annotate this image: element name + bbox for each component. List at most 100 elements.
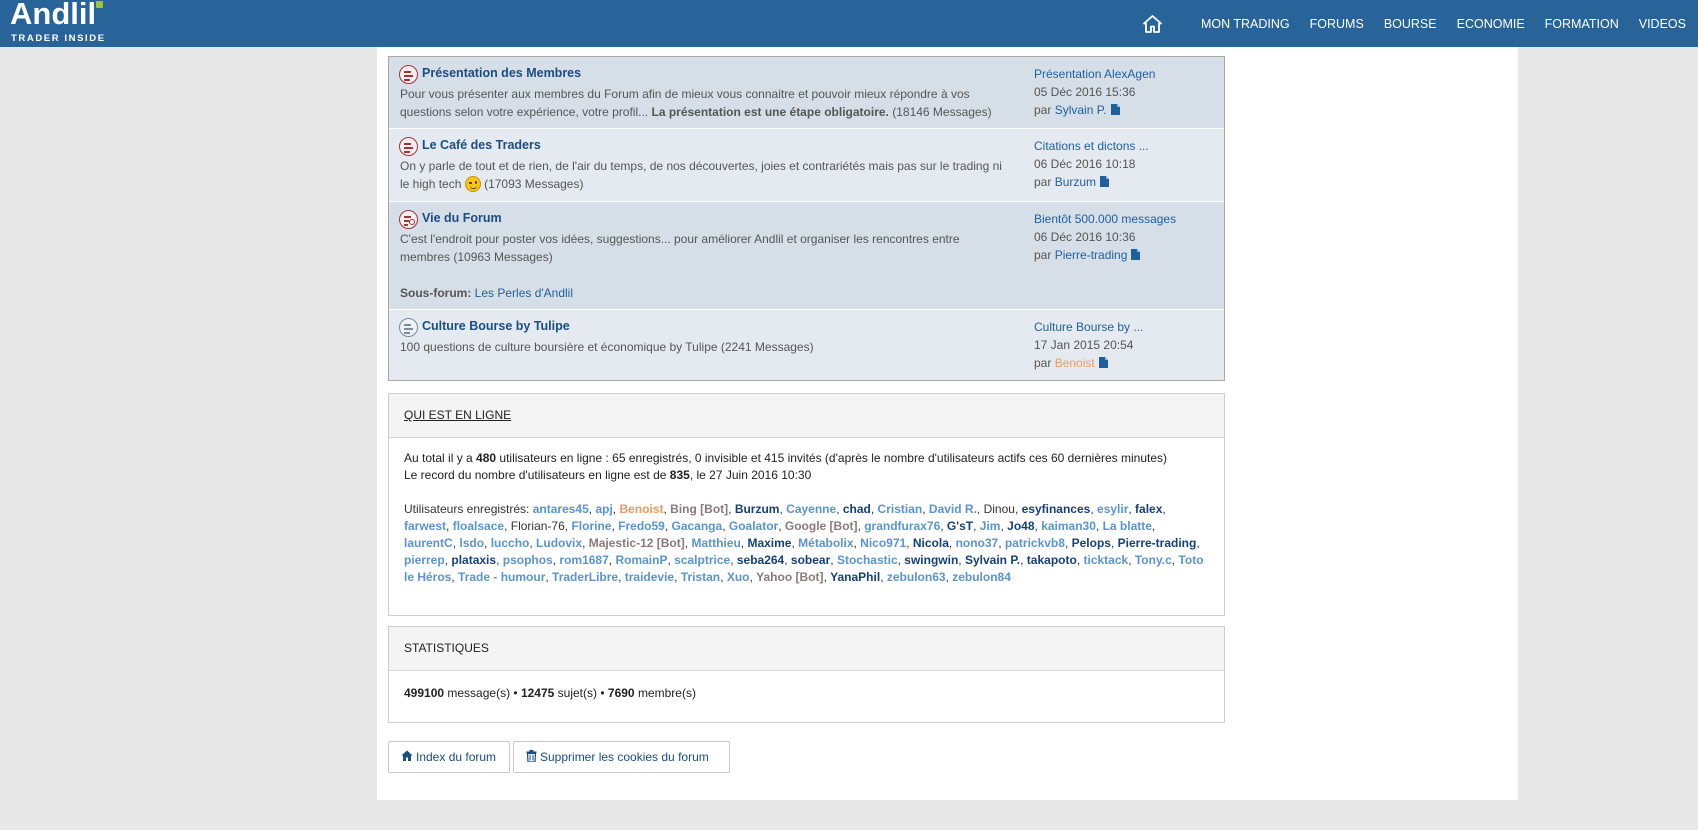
online-user-link[interactable]: luccho — [491, 536, 530, 550]
online-user-link[interactable]: La blatte — [1103, 519, 1152, 533]
site-logo[interactable]: Andlil TRADER INSIDE — [10, 0, 120, 47]
online-user-link[interactable]: Fredo59 — [618, 519, 665, 533]
online-user-link[interactable]: takapoto — [1027, 553, 1077, 567]
online-user-link[interactable]: Bing [Bot] — [670, 502, 728, 516]
online-user-link[interactable]: Jo48 — [1007, 519, 1034, 533]
view-latest-post-icon[interactable] — [1131, 247, 1141, 265]
online-user-link[interactable]: Florian-76 — [511, 519, 565, 533]
online-user-link[interactable]: lsdo — [459, 536, 484, 550]
nav-economie[interactable]: ECONOMIE — [1457, 17, 1525, 31]
online-user-link[interactable]: Cristian — [878, 502, 923, 516]
online-user-link[interactable]: Gacanga — [672, 519, 723, 533]
online-user-link[interactable]: Dinou — [984, 502, 1015, 516]
last-post-user-link[interactable]: Pierre-trading — [1055, 248, 1128, 262]
forum-message-count: (18146 Messages) — [892, 105, 992, 119]
online-user-link[interactable]: farwest — [404, 519, 446, 533]
online-user-link[interactable]: psophos — [503, 553, 553, 567]
online-user-link[interactable]: G'sT — [947, 519, 973, 533]
online-user-link[interactable]: nono37 — [956, 536, 999, 550]
online-user-link[interactable]: patrickvb8 — [1005, 536, 1065, 550]
online-user-link[interactable]: Sylvain P. — [965, 553, 1020, 567]
online-user-link[interactable]: Maxime — [747, 536, 791, 550]
online-user-link[interactable]: zebulon84 — [952, 570, 1011, 584]
home-icon[interactable] — [1143, 14, 1163, 34]
online-user-link[interactable]: Florine — [571, 519, 611, 533]
online-user-link[interactable]: Métabolix — [798, 536, 853, 550]
view-latest-post-icon[interactable] — [1098, 355, 1108, 373]
online-user-link[interactable]: Goalator — [729, 519, 778, 533]
last-post-user-link[interactable]: Sylvain P. — [1055, 103, 1107, 117]
online-user-link[interactable]: sobear — [791, 553, 830, 567]
subforum-list: Sous-forum: Les Perles d'Andlil — [400, 286, 573, 300]
online-user-link[interactable]: floalsace — [453, 519, 504, 533]
online-user-link[interactable]: kaiman30 — [1041, 519, 1096, 533]
online-user-link[interactable]: Stochastic — [837, 553, 898, 567]
nav-forums[interactable]: FORUMS — [1310, 17, 1364, 31]
last-post-title-link[interactable]: Bientôt 500.000 messages — [1034, 210, 1176, 228]
online-user-link[interactable]: Ludovix — [536, 536, 582, 550]
online-user-link[interactable]: rom1687 — [559, 553, 608, 567]
online-user-link[interactable]: esylir — [1097, 502, 1128, 516]
view-latest-post-icon[interactable] — [1100, 174, 1110, 192]
online-user-link[interactable]: Burzum — [735, 502, 780, 516]
online-user-link[interactable]: Benoist — [619, 502, 663, 516]
online-user-link[interactable]: TraderLibre — [552, 570, 618, 584]
online-user-link[interactable]: Tony.c — [1135, 553, 1172, 567]
online-user-link[interactable]: Pelops — [1072, 536, 1111, 550]
online-user-link[interactable]: pierrep — [404, 553, 445, 567]
who-is-online-heading[interactable]: QUI EST EN LIGNE — [389, 394, 1224, 438]
delete-cookies-button[interactable]: Supprimer les cookies du forum — [513, 741, 730, 773]
online-user-link[interactable]: apj — [595, 502, 612, 516]
user-separator: , — [958, 553, 965, 567]
online-user-link[interactable]: antares45 — [533, 502, 589, 516]
forum-title-link[interactable]: Présentation des Membres — [422, 66, 581, 80]
last-post-title-link[interactable]: Citations et dictons ... — [1034, 137, 1149, 155]
online-user-link[interactable]: chad — [843, 502, 871, 516]
online-user-link[interactable]: David R. — [929, 502, 977, 516]
online-user-link[interactable]: Yahoo [Bot] — [756, 570, 823, 584]
logo-accent-dot — [96, 1, 103, 8]
subforum-link[interactable]: Les Perles d'Andlil — [475, 286, 573, 300]
forum-title-link[interactable]: Vie du Forum — [422, 211, 502, 225]
user-separator: , — [940, 519, 947, 533]
online-user-link[interactable]: zebulon63 — [887, 570, 946, 584]
user-separator: , — [1196, 536, 1200, 550]
forum-row: Vie du Forum C'est l'endroit pour poster… — [389, 202, 1224, 310]
online-user-link[interactable]: Matthieu — [691, 536, 740, 550]
online-user-link[interactable]: YanaPhil — [830, 570, 880, 584]
last-post-user-link[interactable]: Benoist — [1055, 356, 1095, 370]
nav-formation[interactable]: FORMATION — [1545, 17, 1619, 31]
online-user-link[interactable]: plataxis — [451, 553, 496, 567]
online-user-link[interactable]: Nico971 — [860, 536, 906, 550]
trash-icon — [526, 749, 540, 765]
online-user-link[interactable]: falex — [1135, 502, 1162, 516]
online-user-link[interactable]: Nicola — [913, 536, 949, 550]
online-user-link[interactable]: Xuo — [727, 570, 750, 584]
nav-mon-trading[interactable]: MON TRADING — [1201, 17, 1290, 31]
online-user-link[interactable]: traidevie — [625, 570, 674, 584]
online-user-link[interactable]: scalptrice — [674, 553, 730, 567]
online-user-link[interactable]: Majestic-12 [Bot] — [589, 536, 685, 550]
online-user-link[interactable]: Trade - humour — [458, 570, 545, 584]
online-user-link[interactable]: Cayenne — [786, 502, 836, 516]
forum-title-link[interactable]: Culture Bourse by Tulipe — [422, 319, 570, 333]
online-user-link[interactable]: esyfinances — [1022, 502, 1091, 516]
last-post-user-link[interactable]: Burzum — [1055, 175, 1096, 189]
online-user-link[interactable]: grandfurax76 — [864, 519, 940, 533]
view-latest-post-icon[interactable] — [1110, 102, 1120, 120]
last-post-title-link[interactable]: Présentation AlexAgen — [1034, 65, 1155, 83]
online-user-link[interactable]: ticktack — [1083, 553, 1128, 567]
online-user-link[interactable]: seba264 — [737, 553, 784, 567]
online-user-link[interactable]: RomainP — [615, 553, 667, 567]
nav-videos[interactable]: VIDEOS — [1639, 17, 1686, 31]
forum-title-link[interactable]: Le Café des Traders — [422, 138, 541, 152]
online-user-link[interactable]: Google [Bot] — [785, 519, 858, 533]
online-user-link[interactable]: Pierre-trading — [1118, 536, 1197, 550]
nav-bourse[interactable]: BOURSE — [1384, 17, 1437, 31]
online-user-link[interactable]: swingwin — [904, 553, 958, 567]
last-post-title-link[interactable]: Culture Bourse by ... — [1034, 318, 1143, 336]
online-user-link[interactable]: Tristan — [681, 570, 720, 584]
forum-index-button[interactable]: Index du forum — [388, 741, 510, 773]
online-user-link[interactable]: laurentC — [404, 536, 453, 550]
online-user-link[interactable]: Jim — [980, 519, 1001, 533]
